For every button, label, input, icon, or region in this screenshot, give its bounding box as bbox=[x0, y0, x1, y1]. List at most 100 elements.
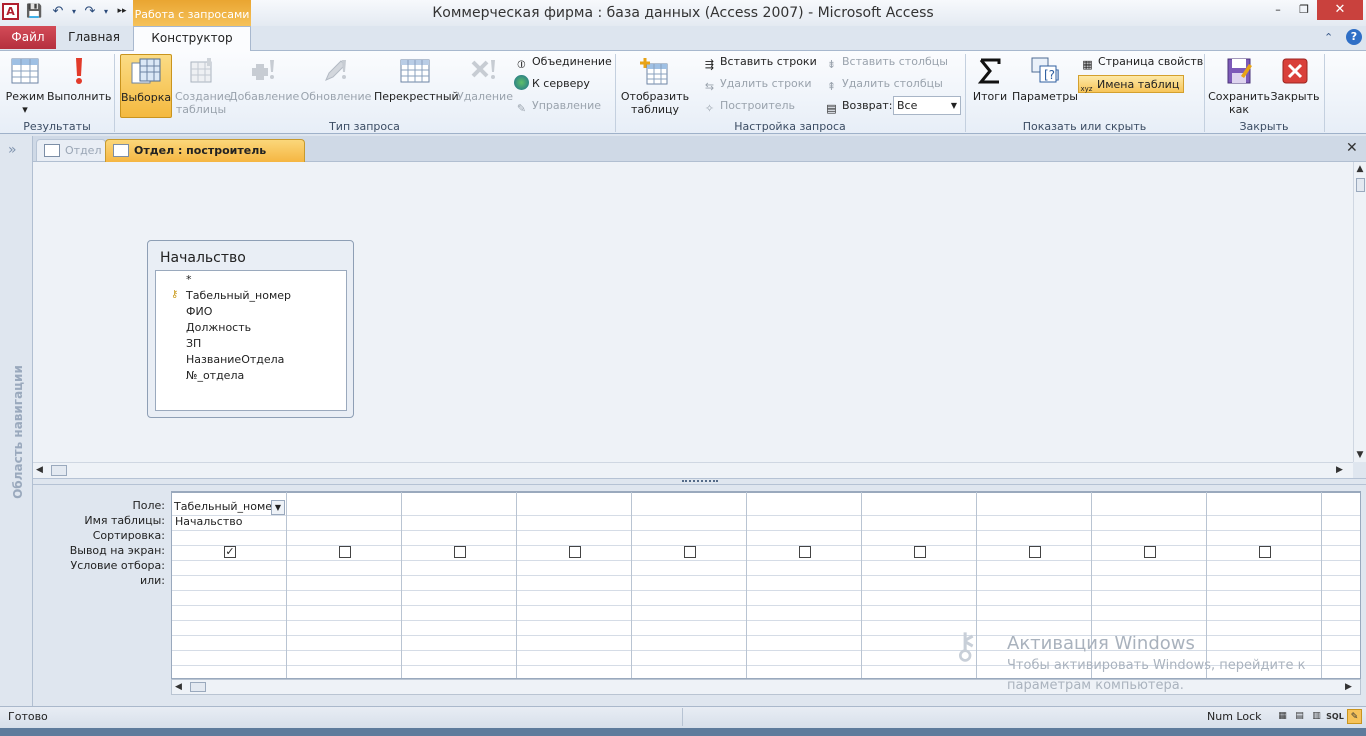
field-list-item[interactable]: * bbox=[186, 273, 192, 286]
select-query-button[interactable]: Выборка bbox=[120, 54, 172, 118]
grid-column[interactable] bbox=[747, 492, 862, 678]
field-list-item[interactable]: НазваниеОтдела bbox=[186, 353, 284, 366]
group-label-close: Закрыть bbox=[1239, 120, 1289, 133]
windows-taskbar bbox=[0, 728, 1366, 736]
scroll-thumb[interactable] bbox=[51, 465, 67, 476]
tab-home[interactable]: Главная bbox=[58, 26, 130, 49]
show-checkbox[interactable] bbox=[1029, 546, 1041, 558]
undo-dropdown-icon[interactable]: ▾ bbox=[66, 4, 82, 20]
show-checkbox[interactable] bbox=[1259, 546, 1271, 558]
parameters-icon: [?] bbox=[1031, 57, 1060, 83]
scroll-thumb[interactable] bbox=[190, 682, 206, 692]
property-sheet-button[interactable]: ▦ Страница свойств bbox=[1080, 53, 1203, 71]
scroll-left-icon[interactable]: ◀ bbox=[175, 680, 182, 694]
scroll-thumb[interactable] bbox=[1355, 178, 1365, 192]
primary-key-icon: ⚷ bbox=[171, 289, 179, 300]
grid-column[interactable] bbox=[287, 492, 402, 678]
expand-navigation-icon[interactable]: » bbox=[8, 142, 17, 158]
delete-columns-button[interactable]: ⇞ Удалить столбцы bbox=[824, 75, 943, 93]
scroll-right-icon[interactable]: ▶ bbox=[1336, 463, 1343, 477]
close-query-button[interactable]: Закрыть bbox=[1270, 54, 1320, 118]
pass-through-button[interactable]: К серверу bbox=[514, 75, 590, 93]
pencil-icon bbox=[325, 60, 346, 81]
union-query-button[interactable]: ⦶ Объединение bbox=[514, 53, 612, 71]
table-name-value[interactable]: Начальство bbox=[175, 515, 242, 528]
scroll-right-icon[interactable]: ▶ bbox=[1345, 680, 1352, 694]
show-checkbox[interactable] bbox=[339, 546, 351, 558]
show-checkbox[interactable] bbox=[684, 546, 696, 558]
redo-icon[interactable]: ↷ bbox=[82, 4, 98, 20]
make-table-button[interactable]: Создание таблицы bbox=[175, 54, 231, 118]
tab-file[interactable]: Файл bbox=[0, 26, 56, 49]
show-checkbox[interactable] bbox=[914, 546, 926, 558]
maximize-button[interactable]: ❐ bbox=[1291, 0, 1317, 20]
close-document-icon[interactable]: ✕ bbox=[1346, 140, 1358, 156]
datasheet-view-icon[interactable]: ▦ bbox=[1275, 709, 1290, 724]
show-checkbox[interactable] bbox=[569, 546, 581, 558]
status-text: Готово bbox=[8, 710, 48, 723]
close-window-button[interactable]: ✕ bbox=[1317, 0, 1363, 20]
access-app-icon[interactable]: A bbox=[2, 3, 19, 20]
data-definition-button[interactable]: ✎ Управление bbox=[514, 97, 601, 115]
field-list-item[interactable]: №_отдела bbox=[186, 369, 244, 382]
field-list-item[interactable]: Табельный_номер bbox=[186, 289, 291, 302]
scroll-down-icon[interactable]: ▼ bbox=[1354, 448, 1366, 462]
quick-access-more-icon[interactable]: ▸▸ bbox=[113, 3, 131, 19]
append-query-button[interactable]: Добавление bbox=[229, 54, 299, 118]
show-table-label-2: таблицу bbox=[630, 103, 680, 116]
tab-constructor[interactable]: Конструктор bbox=[133, 26, 251, 51]
minimize-ribbon-icon[interactable]: ⌃ bbox=[1324, 31, 1333, 44]
scroll-up-icon[interactable]: ▲ bbox=[1354, 162, 1366, 176]
key-icon: ⚷ bbox=[952, 626, 979, 667]
return-values-select[interactable]: Все ▼ bbox=[893, 96, 961, 115]
scroll-left-icon[interactable]: ◀ bbox=[36, 463, 43, 477]
horizontal-scrollbar[interactable]: ◀ ▶ bbox=[33, 462, 1353, 478]
splitter-grip[interactable] bbox=[682, 480, 718, 483]
table-window-title[interactable]: Начальство bbox=[160, 250, 246, 266]
vertical-scrollbar[interactable]: ▲ ▼ bbox=[1353, 162, 1366, 462]
grid-column[interactable] bbox=[517, 492, 632, 678]
doc-tab-otdel[interactable]: Отдел bbox=[36, 139, 106, 161]
return-label-row: ▤ Возврат: bbox=[824, 97, 892, 115]
parameters-button[interactable]: [?] Параметры bbox=[1012, 54, 1078, 118]
totals-button[interactable]: Итоги bbox=[970, 54, 1010, 118]
field-combo-box[interactable]: Табельный_номер ▼ bbox=[174, 500, 286, 515]
save-as-label: Сохранить bbox=[1208, 90, 1270, 103]
grid-column[interactable] bbox=[1207, 492, 1322, 678]
table-names-button[interactable]: xyz Имена таблиц bbox=[1078, 75, 1185, 93]
grid-column[interactable] bbox=[632, 492, 747, 678]
insert-columns-button[interactable]: ⇟ Вставить столбцы bbox=[824, 53, 948, 71]
show-checkbox[interactable] bbox=[1144, 546, 1156, 558]
view-mode-button[interactable]: Режим ▾ bbox=[3, 54, 47, 118]
help-icon[interactable]: ? bbox=[1346, 29, 1362, 45]
pivot-table-view-icon[interactable]: ▤ bbox=[1292, 709, 1307, 724]
delete-rows-button[interactable]: ⇆ Удалить строки bbox=[702, 75, 812, 93]
design-view-icon[interactable]: ✎ bbox=[1347, 709, 1362, 724]
grid-column[interactable] bbox=[402, 492, 517, 678]
field-list-item[interactable]: Должность bbox=[186, 321, 251, 334]
sql-view-button[interactable]: SQL bbox=[1326, 709, 1344, 724]
show-checkbox[interactable] bbox=[799, 546, 811, 558]
insert-rows-button[interactable]: ⇶ Вставить строки bbox=[702, 53, 817, 71]
field-list-item[interactable]: ЗП bbox=[186, 337, 201, 350]
crosstab-query-button[interactable]: Перекрестный bbox=[374, 54, 459, 118]
save-icon[interactable]: 💾 bbox=[26, 4, 42, 20]
pivot-chart-view-icon[interactable]: ▥ bbox=[1309, 709, 1324, 724]
make-table-label: Создание bbox=[175, 90, 231, 103]
redo-dropdown-icon[interactable]: ▾ bbox=[98, 4, 114, 20]
show-table-button[interactable]: Отобразить таблицу bbox=[620, 54, 690, 118]
show-checkbox-checked[interactable]: ✓ bbox=[224, 546, 236, 558]
save-as-button[interactable]: Сохранить как bbox=[1208, 54, 1270, 118]
union-label: Объединение bbox=[532, 55, 612, 68]
run-button[interactable]: Выполнить bbox=[47, 54, 111, 118]
show-checkbox[interactable] bbox=[454, 546, 466, 558]
delete-query-button[interactable]: Удаление bbox=[457, 54, 513, 118]
undo-icon[interactable]: ↶ bbox=[50, 4, 66, 20]
update-query-button[interactable]: Обновление bbox=[300, 54, 372, 118]
field-list[interactable]: ⚷ * Табельный_номер ФИО Должность ЗП Наз… bbox=[155, 270, 347, 411]
builder-button[interactable]: ✧ Построитель bbox=[702, 97, 795, 115]
minimize-button[interactable]: – bbox=[1265, 0, 1291, 20]
chevron-down-icon[interactable]: ▼ bbox=[271, 500, 285, 515]
field-list-item[interactable]: ФИО bbox=[186, 305, 212, 318]
doc-tab-query-builder[interactable]: Отдел : построитель запросов bbox=[105, 139, 305, 178]
